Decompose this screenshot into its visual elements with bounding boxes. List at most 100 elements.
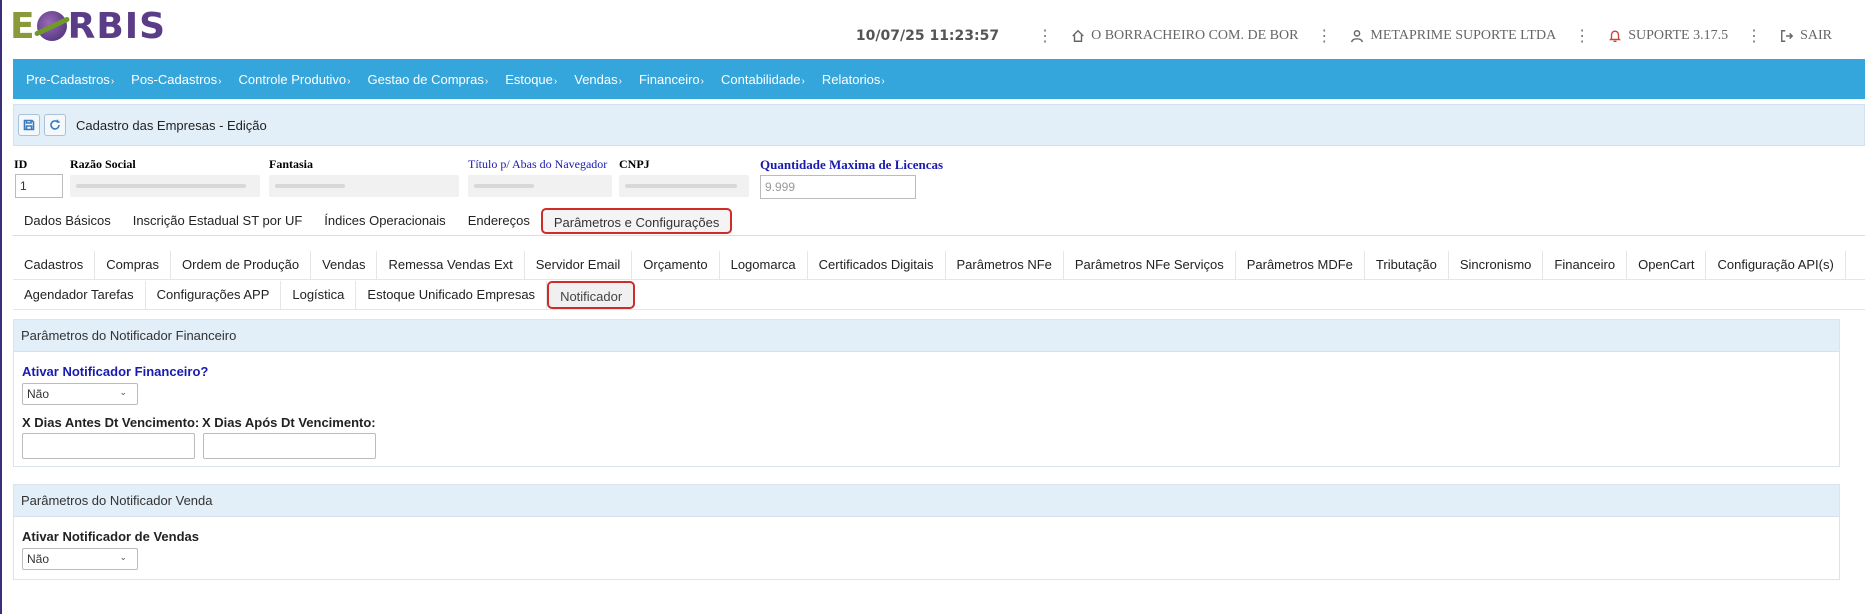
main-menu-bar: Pre-Cadastros› Pos-Cadastros› Controle P… [13, 59, 1865, 99]
subtab-tributacao[interactable]: Tributação [1365, 250, 1449, 279]
subtab-notificador[interactable]: Notificador [547, 280, 636, 309]
dias-apos-input[interactable] [203, 433, 376, 459]
tab-parametros-configuracoes[interactable]: Parâmetros e Configurações [540, 207, 733, 234]
sub-tabs-row-1: Cadastros Compras Ordem de Produção Vend… [13, 250, 1865, 280]
select-value: Não [27, 552, 50, 566]
user-icon [1351, 29, 1364, 42]
logo-text: RBIS [67, 5, 167, 47]
subtab-servidor-email[interactable]: Servidor Email [525, 250, 633, 279]
save-icon [23, 119, 35, 131]
chevron-right-icon: › [801, 75, 805, 87]
header-toolbar: 10/07/25 11:23:57 ⋮ O BORRACHEIRO COM. D… [856, 26, 1832, 45]
menu-vendas[interactable]: Vendas› [574, 72, 622, 87]
user-menu[interactable]: METAPRIME SUPORTE LTDA [1350, 28, 1556, 44]
refresh-icon [50, 119, 60, 130]
subtab-agendador-tarefas[interactable]: Agendador Tarefas [13, 280, 146, 309]
subtab-vendas[interactable]: Vendas [311, 250, 378, 279]
subtab-cadastros[interactable]: Cadastros [13, 250, 96, 279]
subtab-parametros-nfe-servicos[interactable]: Parâmetros NFe Serviços [1064, 250, 1236, 279]
subtab-estoque-unificado[interactable]: Estoque Unificado Empresas [356, 280, 548, 309]
ativar-notificador-financeiro-select[interactable]: Não ⌄ [22, 383, 138, 405]
qtd-licencas-label: Quantidade Maxima de Licencas [760, 157, 944, 172]
fantasia-label: Fantasia [269, 157, 314, 171]
subtab-certificados-digitais[interactable]: Certificados Digitais [808, 250, 946, 279]
menu-gestao-compras[interactable]: Gestao de Compras› [368, 72, 489, 87]
razao-social-label: Razão Social [70, 157, 136, 171]
company-name: O BORRACHEIRO COM. DE BOR [1091, 27, 1299, 43]
chevron-right-icon: › [618, 75, 622, 87]
logout-icon [1781, 29, 1794, 42]
chevron-right-icon: › [700, 75, 704, 87]
subtab-compras[interactable]: Compras [95, 250, 171, 279]
tab-inscricao-estadual[interactable]: Inscrição Estadual ST por UF [122, 208, 314, 234]
razao-social-input[interactable] [70, 175, 260, 197]
menu-pos-cadastros[interactable]: Pos-Cadastros› [131, 72, 221, 87]
page-title: Cadastro das Empresas - Edição [76, 117, 267, 133]
header-datetime: 10/07/25 11:23:57 [855, 27, 1000, 44]
bell-icon [1609, 29, 1622, 42]
menu-controle-produtivo[interactable]: Controle Produtivo› [238, 72, 350, 87]
tab-dados-basicos[interactable]: Dados Básicos [13, 208, 122, 234]
chevron-right-icon: › [347, 75, 351, 87]
subtab-financeiro[interactable]: Financeiro [1543, 250, 1628, 279]
subtab-logistica[interactable]: Logística [281, 280, 357, 309]
home-icon [1072, 29, 1084, 42]
id-input[interactable] [15, 174, 63, 198]
cnpj-input[interactable] [619, 175, 749, 197]
logo-orbit-icon [36, 11, 67, 41]
dias-apos-label: X Dias Após Dt Vencimento: [202, 415, 376, 430]
subtab-parametros-mdfe[interactable]: Parâmetros MDFe [1236, 250, 1365, 279]
top-header: E RBIS 10/07/25 11:23:57 ⋮ O BORRACHEIRO … [2, 0, 1872, 56]
refresh-button[interactable] [44, 114, 66, 136]
cnpj-label: CNPJ [619, 157, 650, 171]
kebab-menu-icon[interactable]: ⋮ [1037, 26, 1053, 45]
titulo-abas-input[interactable] [468, 175, 612, 197]
subtab-orcamento[interactable]: Orçamento [632, 250, 720, 279]
main-tabs: Dados Básicos Inscrição Estadual ST por … [13, 206, 1865, 236]
logout-button[interactable]: SAIR [1780, 28, 1832, 44]
kebab-menu-icon[interactable]: ⋮ [1746, 26, 1762, 45]
dias-antes-input[interactable] [22, 433, 195, 459]
chevron-down-icon: ⌄ [119, 552, 127, 562]
menu-relatorios[interactable]: Relatorios› [822, 72, 885, 87]
save-button[interactable] [18, 114, 40, 136]
subtab-logomarca[interactable]: Logomarca [720, 250, 808, 279]
subtab-configuracao-apis[interactable]: Configuração API(s) [1706, 250, 1846, 279]
tab-indices-operacionais[interactable]: Índices Operacionais [313, 208, 456, 234]
chevron-right-icon: › [218, 75, 222, 87]
subtab-opencart[interactable]: OpenCart [1627, 250, 1707, 279]
tab-enderecos[interactable]: Endereços [457, 208, 541, 234]
ativar-notificador-vendas-select[interactable]: Não ⌄ [22, 548, 138, 570]
subtab-parametros-nfe[interactable]: Parâmetros NFe [946, 250, 1064, 279]
panel-notificador-venda: Parâmetros do Notificador Venda Ativar N… [13, 484, 1840, 580]
kebab-menu-icon[interactable]: ⋮ [1316, 26, 1332, 45]
menu-pre-cadastros[interactable]: Pre-Cadastros› [26, 72, 114, 87]
id-label: ID [14, 157, 28, 171]
subtab-configuracoes-app[interactable]: Configurações APP [146, 280, 282, 309]
fantasia-input[interactable] [269, 175, 459, 197]
subtab-remessa-vendas-ext[interactable]: Remessa Vendas Ext [377, 250, 525, 279]
kebab-menu-icon[interactable]: ⋮ [1574, 26, 1590, 45]
menu-financeiro[interactable]: Financeiro› [639, 72, 704, 87]
page-title-bar: Cadastro das Empresas - Edição [13, 104, 1865, 146]
qtd-licencas-input[interactable] [760, 175, 916, 199]
menu-contabilidade[interactable]: Contabilidade› [721, 72, 805, 87]
ativar-notificador-financeiro-label: Ativar Notificador Financeiro? [22, 364, 209, 379]
subtab-ordem-producao[interactable]: Ordem de Produção [171, 250, 312, 279]
sub-tabs: Cadastros Compras Ordem de Produção Vend… [13, 250, 1865, 310]
support-version: SUPORTE 3.17.5 [1628, 27, 1729, 43]
app-frame: E RBIS 10/07/25 11:23:57 ⋮ O BORRACHEIRO … [0, 0, 1872, 614]
menu-estoque[interactable]: Estoque› [505, 72, 557, 87]
panel-title: Parâmetros do Notificador Venda [14, 485, 1839, 517]
subtab-sincronismo[interactable]: Sincronismo [1449, 250, 1544, 279]
chevron-right-icon: › [484, 75, 489, 87]
logout-label: SAIR [1800, 27, 1832, 43]
chevron-right-icon: › [553, 75, 558, 87]
company-selector[interactable]: O BORRACHEIRO COM. DE BOR [1071, 28, 1298, 44]
select-value: Não [27, 387, 50, 401]
logo: E RBIS [10, 5, 167, 47]
panel-notificador-financeiro: Parâmetros do Notificador Financeiro Ati… [13, 319, 1840, 467]
chevron-right-icon: › [881, 75, 885, 87]
support-link[interactable]: SUPORTE 3.17.5 [1608, 28, 1728, 44]
user-name: METAPRIME SUPORTE LTDA [1370, 27, 1557, 43]
